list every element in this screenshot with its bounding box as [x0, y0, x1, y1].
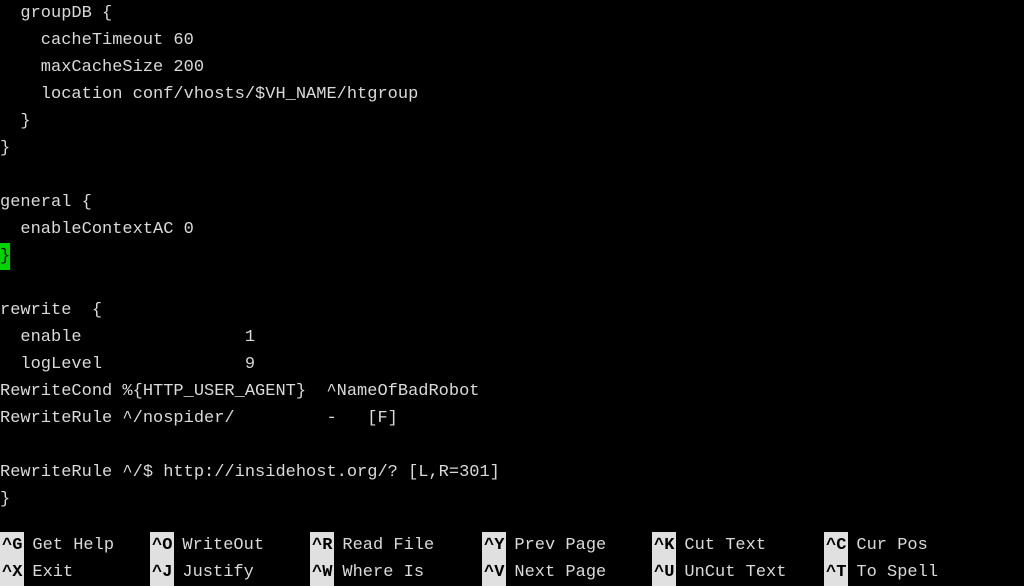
- cursor-line: }: [0, 243, 10, 270]
- shortcut-key: ^R: [310, 532, 334, 559]
- shortcut-justify[interactable]: ^JJustify: [150, 559, 310, 586]
- shortcut-key: ^K: [652, 532, 676, 559]
- shortcut-label: Where Is: [334, 559, 424, 586]
- shortcut-key: ^G: [0, 532, 24, 559]
- shortcut-label: Cut Text: [676, 532, 766, 559]
- shortcut-label: Cur Pos: [848, 532, 927, 559]
- shortcut-label: Justify: [174, 559, 253, 586]
- shortcut-writeout[interactable]: ^OWriteOut: [150, 532, 310, 559]
- text-cursor: }: [0, 243, 10, 270]
- shortcut-label: To Spell: [848, 559, 938, 586]
- shortcut-where-is[interactable]: ^WWhere Is: [310, 559, 482, 586]
- shortcut-key: ^Y: [482, 532, 506, 559]
- shortcut-uncut-text[interactable]: ^UUnCut Text: [652, 559, 824, 586]
- config-text-after-cursor: rewrite { enable 1 logLevel 9 RewriteCon…: [0, 301, 500, 509]
- shortcut-key: ^T: [824, 559, 848, 586]
- shortcut-key: ^V: [482, 559, 506, 586]
- shortcut-key: ^O: [150, 532, 174, 559]
- shortcut-key: ^C: [824, 532, 848, 559]
- shortcut-label: Exit: [24, 559, 73, 586]
- shortcut-key: ^J: [150, 559, 174, 586]
- shortcut-cut-text[interactable]: ^KCut Text: [652, 532, 824, 559]
- config-text-before-cursor: groupDB { cacheTimeout 60 maxCacheSize 2…: [0, 4, 418, 239]
- editor-viewport[interactable]: groupDB { cacheTimeout 60 maxCacheSize 2…: [0, 0, 1024, 540]
- shortcut-key: ^W: [310, 559, 334, 586]
- shortcut-label: Prev Page: [506, 532, 606, 559]
- shortcut-cur-pos[interactable]: ^CCur Pos: [824, 532, 984, 559]
- shortcut-row-1: ^GGet Help ^OWriteOut ^RRead File ^YPrev…: [0, 532, 1024, 559]
- shortcut-read-file[interactable]: ^RRead File: [310, 532, 482, 559]
- shortcut-label: Read File: [334, 532, 434, 559]
- shortcut-key: ^U: [652, 559, 676, 586]
- shortcut-label: UnCut Text: [676, 559, 786, 586]
- shortcut-key: ^X: [0, 559, 24, 586]
- shortcut-exit[interactable]: ^XExit: [0, 559, 150, 586]
- shortcut-label: WriteOut: [174, 532, 264, 559]
- shortcut-prev-page[interactable]: ^YPrev Page: [482, 532, 652, 559]
- shortcut-label: Get Help: [24, 532, 114, 559]
- shortcut-to-spell[interactable]: ^TTo Spell: [824, 559, 984, 586]
- shortcut-next-page[interactable]: ^VNext Page: [482, 559, 652, 586]
- nano-shortcut-bar: ^GGet Help ^OWriteOut ^RRead File ^YPrev…: [0, 532, 1024, 586]
- shortcut-label: Next Page: [506, 559, 606, 586]
- shortcut-get-help[interactable]: ^GGet Help: [0, 532, 150, 559]
- shortcut-row-2: ^XExit ^JJustify ^WWhere Is ^VNext Page …: [0, 559, 1024, 586]
